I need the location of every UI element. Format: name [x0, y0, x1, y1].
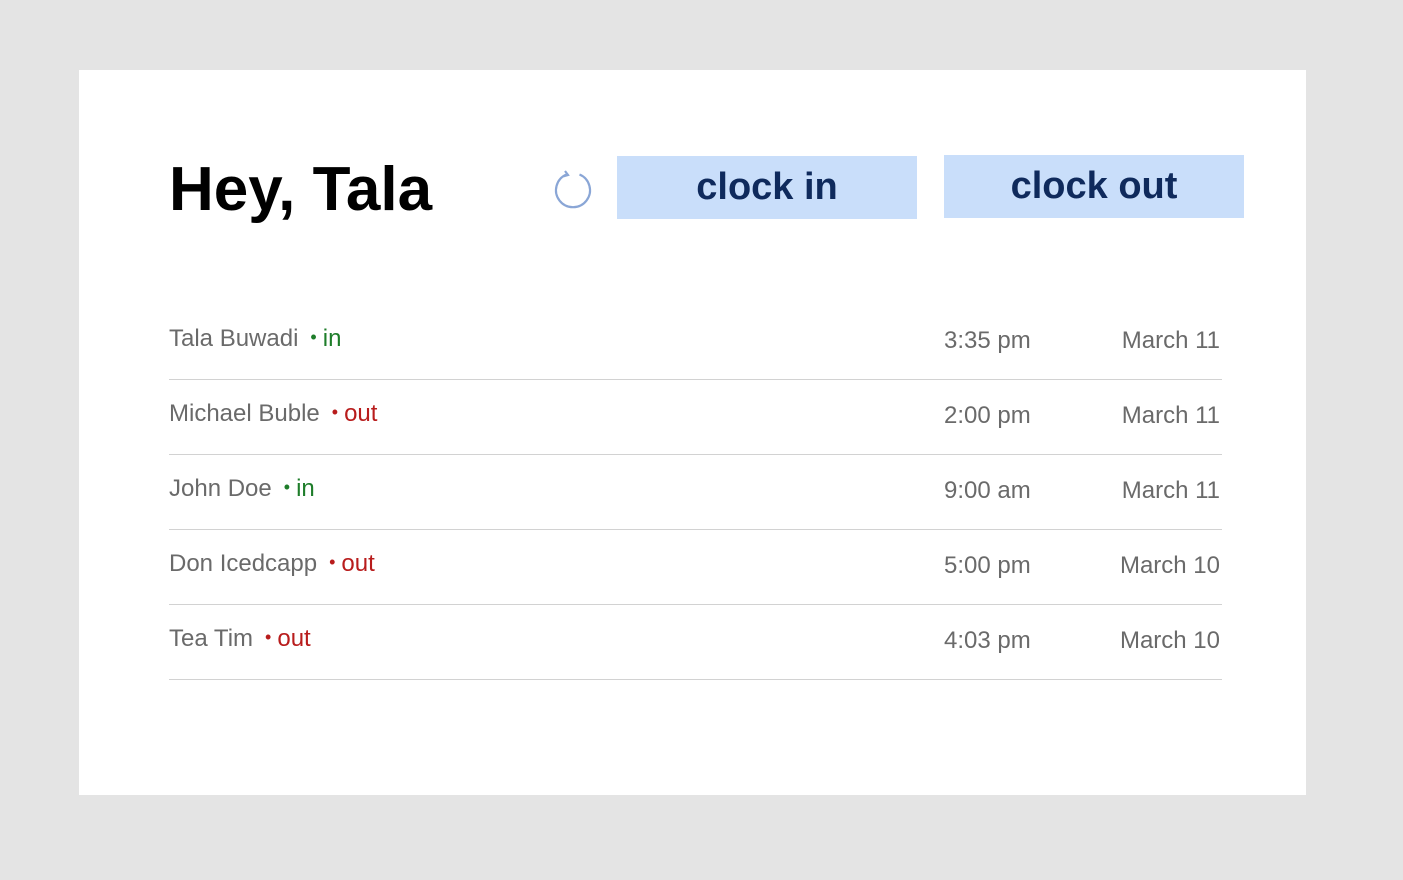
- status-badge: • out: [329, 550, 375, 577]
- status-label: out: [344, 400, 378, 427]
- status-dot-icon: •: [265, 627, 272, 647]
- status-dot-icon: •: [283, 477, 291, 497]
- status-badge: • in: [284, 475, 315, 502]
- refresh-icon[interactable]: [553, 169, 593, 209]
- entry-time: 3:35 pm: [944, 327, 1031, 354]
- status-label: out: [341, 550, 375, 577]
- list-item: Michael Buble • out 2:00 pm March 11: [169, 380, 1222, 455]
- attendance-list: Tala Buwadi • in 3:35 pm March 11 Michael …: [169, 305, 1222, 680]
- employee-name: Don Icedcapp: [169, 550, 318, 577]
- entry-date: March 10: [1119, 552, 1220, 579]
- employee-name: John Doe: [169, 475, 272, 502]
- employee-name: Tea Tim: [169, 625, 254, 652]
- status-dot-icon: •: [310, 327, 317, 347]
- status-badge: • in: [310, 325, 341, 352]
- entry-date: March 10: [1119, 627, 1220, 654]
- employee-name: Michael Buble: [169, 400, 320, 427]
- entry-time: 9:00 am: [944, 477, 1031, 504]
- list-item: Tala Buwadi • in 3:35 pm March 11: [169, 305, 1222, 380]
- clock-in-button[interactable]: clock in: [617, 156, 917, 219]
- status-dot-icon: •: [329, 552, 336, 572]
- entry-date: March 11: [1121, 402, 1220, 429]
- main-card: Hey, Tala clock in clock out Tala Buwadi…: [79, 70, 1306, 795]
- list-item: John Doe • in 9:00 am March 11: [169, 455, 1222, 530]
- status-label: out: [277, 625, 311, 652]
- list-item: Don Icedcapp • out 5:00 pm March 10: [169, 530, 1222, 605]
- status-label: in: [322, 325, 342, 352]
- status-dot-icon: •: [331, 402, 339, 422]
- status-badge: • out: [332, 400, 378, 427]
- entry-date: March 11: [1121, 477, 1220, 504]
- entry-date: March 11: [1121, 327, 1220, 354]
- list-item: Tea Tim • out 4:03 pm March 10: [169, 605, 1222, 680]
- employee-name: Tala Buwadi: [169, 325, 299, 352]
- entry-time: 4:03 pm: [944, 627, 1031, 654]
- status-label: in: [296, 475, 315, 502]
- clock-out-button[interactable]: clock out: [944, 155, 1244, 218]
- status-badge: • out: [265, 625, 311, 652]
- entry-time: 5:00 pm: [944, 552, 1031, 579]
- entry-time: 2:00 pm: [944, 402, 1031, 429]
- page-title: Hey, Tala: [169, 155, 433, 224]
